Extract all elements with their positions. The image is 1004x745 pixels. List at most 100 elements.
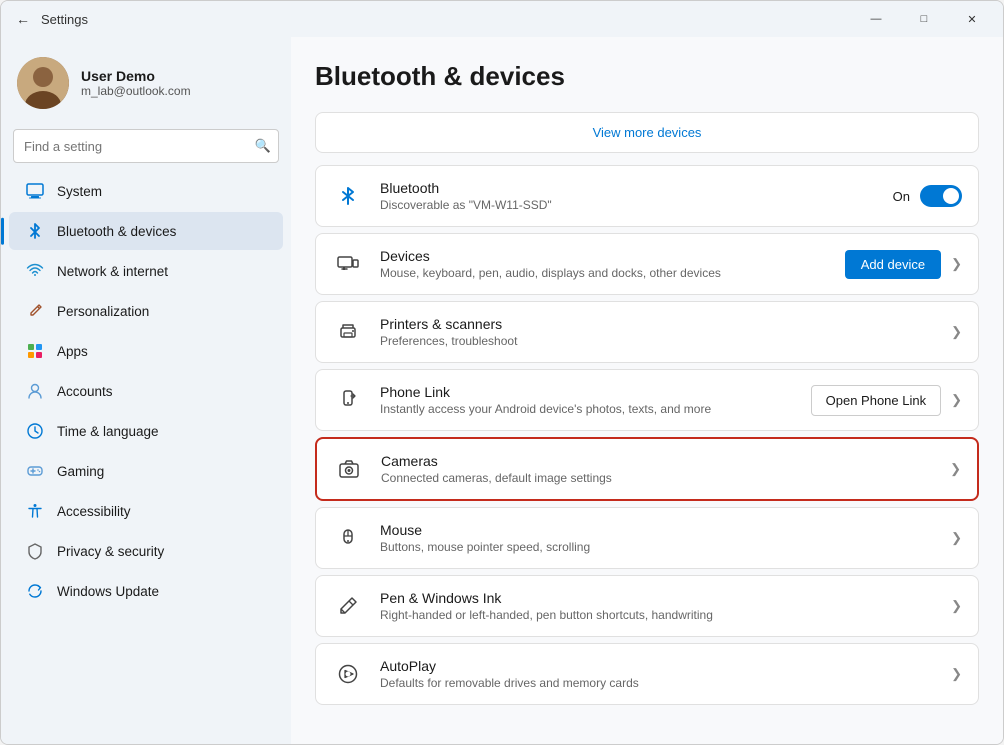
- bluetooth-item-text: Bluetooth Discoverable as "VM-W11-SSD": [380, 180, 877, 212]
- phonelink-item[interactable]: Phone Link Instantly access your Android…: [316, 370, 978, 430]
- phonelink-item-icon: [332, 384, 364, 416]
- mouse-item-text: Mouse Buttons, mouse pointer speed, scro…: [380, 522, 935, 554]
- search-input[interactable]: [13, 129, 279, 163]
- cameras-card: Cameras Connected cameras, default image…: [315, 437, 979, 501]
- back-button[interactable]: ←: [9, 5, 37, 33]
- bluetooth-item-right: On: [893, 185, 962, 207]
- sidebar: User Demo m_lab@outlook.com 🔍 System: [1, 37, 291, 744]
- titlebar: ← Settings — □ ✕: [1, 1, 1003, 37]
- pen-item-icon: [332, 590, 364, 622]
- autoplay-item-icon: [332, 658, 364, 690]
- bluetooth-item-title: Bluetooth: [380, 180, 877, 196]
- sidebar-item-label-privacy: Privacy & security: [57, 544, 164, 559]
- sidebar-item-gaming[interactable]: Gaming: [9, 452, 283, 490]
- sidebar-item-time[interactable]: Time & language: [9, 412, 283, 450]
- sidebar-item-label-time: Time & language: [57, 424, 159, 439]
- mouse-item-subtitle: Buttons, mouse pointer speed, scrolling: [380, 540, 935, 554]
- pen-item-right: ❯: [951, 598, 962, 614]
- add-device-button[interactable]: Add device: [845, 250, 941, 279]
- avatar-image: [17, 57, 69, 109]
- mouse-card: Mouse Buttons, mouse pointer speed, scro…: [315, 507, 979, 569]
- devices-item-right: Add device ❯: [845, 250, 962, 279]
- autoplay-item[interactable]: AutoPlay Defaults for removable drives a…: [316, 644, 978, 704]
- printers-item-icon: [332, 316, 364, 348]
- open-phone-link-button[interactable]: Open Phone Link: [811, 385, 941, 416]
- mouse-chevron: ❯: [951, 530, 962, 546]
- sidebar-item-label-system: System: [57, 184, 102, 199]
- user-info: User Demo m_lab@outlook.com: [81, 68, 191, 98]
- update-icon: [25, 581, 45, 601]
- printers-chevron: ❯: [951, 324, 962, 340]
- sidebar-item-apps[interactable]: Apps: [9, 332, 283, 370]
- devices-item-title: Devices: [380, 248, 829, 264]
- privacy-icon: [25, 541, 45, 561]
- network-icon: [25, 261, 45, 281]
- mouse-item-right: ❯: [951, 530, 962, 546]
- cameras-chevron: ❯: [950, 461, 961, 477]
- avatar: [17, 57, 69, 109]
- window-title: Settings: [41, 12, 853, 27]
- cameras-item-icon: [333, 453, 365, 485]
- devices-item[interactable]: Devices Mouse, keyboard, pen, audio, dis…: [316, 234, 978, 294]
- sidebar-item-label-bluetooth: Bluetooth & devices: [57, 224, 176, 239]
- accounts-icon: [25, 381, 45, 401]
- phonelink-item-title: Phone Link: [380, 384, 795, 400]
- sidebar-item-privacy[interactable]: Privacy & security: [9, 532, 283, 570]
- sidebar-item-label-accessibility: Accessibility: [57, 504, 131, 519]
- search-box: 🔍: [13, 129, 279, 163]
- mouse-item-icon: [332, 522, 364, 554]
- phonelink-card: Phone Link Instantly access your Android…: [315, 369, 979, 431]
- sidebar-item-accessibility[interactable]: Accessibility: [9, 492, 283, 530]
- printers-item-subtitle: Preferences, troubleshoot: [380, 334, 935, 348]
- user-name: User Demo: [81, 68, 191, 84]
- sidebar-item-personalization[interactable]: Personalization: [9, 292, 283, 330]
- cameras-item-text: Cameras Connected cameras, default image…: [381, 453, 934, 485]
- autoplay-item-right: ❯: [951, 666, 962, 682]
- bluetooth-item[interactable]: Bluetooth Discoverable as "VM-W11-SSD" O…: [316, 166, 978, 226]
- mouse-item-title: Mouse: [380, 522, 935, 538]
- cameras-item-subtitle: Connected cameras, default image setting…: [381, 471, 934, 485]
- autoplay-item-title: AutoPlay: [380, 658, 935, 674]
- pen-item[interactable]: Pen & Windows Ink Right-handed or left-h…: [316, 576, 978, 636]
- printers-item-right: ❯: [951, 324, 962, 340]
- autoplay-chevron: ❯: [951, 666, 962, 682]
- bluetooth-item-subtitle: Discoverable as "VM-W11-SSD": [380, 198, 877, 212]
- sidebar-item-network[interactable]: Network & internet: [9, 252, 283, 290]
- sidebar-item-system[interactable]: System: [9, 172, 283, 210]
- cameras-item-title: Cameras: [381, 453, 934, 469]
- phonelink-item-text: Phone Link Instantly access your Android…: [380, 384, 795, 416]
- phonelink-item-right: Open Phone Link ❯: [811, 385, 962, 416]
- pen-item-title: Pen & Windows Ink: [380, 590, 935, 606]
- accessibility-icon: [25, 501, 45, 521]
- devices-item-icon: [332, 248, 364, 280]
- printers-card: Printers & scanners Preferences, trouble…: [315, 301, 979, 363]
- pen-item-subtitle: Right-handed or left-handed, pen button …: [380, 608, 935, 622]
- gaming-icon: [25, 461, 45, 481]
- sidebar-item-label-accounts: Accounts: [57, 384, 113, 399]
- bluetooth-card: Bluetooth Discoverable as "VM-W11-SSD" O…: [315, 165, 979, 227]
- sidebar-item-label-update: Windows Update: [57, 584, 159, 599]
- maximize-button[interactable]: □: [901, 3, 947, 35]
- sidebar-item-accounts[interactable]: Accounts: [9, 372, 283, 410]
- bluetooth-toggle[interactable]: [920, 185, 962, 207]
- pen-item-text: Pen & Windows Ink Right-handed or left-h…: [380, 590, 935, 622]
- mouse-item[interactable]: Mouse Buttons, mouse pointer speed, scro…: [316, 508, 978, 568]
- cameras-item-right: ❯: [950, 461, 961, 477]
- printers-item-title: Printers & scanners: [380, 316, 935, 332]
- close-button[interactable]: ✕: [949, 3, 995, 35]
- view-more-devices-button[interactable]: View more devices: [315, 112, 979, 153]
- pen-chevron: ❯: [951, 598, 962, 614]
- sidebar-item-label-network: Network & internet: [57, 264, 168, 279]
- printers-item[interactable]: Printers & scanners Preferences, trouble…: [316, 302, 978, 362]
- sidebar-item-update[interactable]: Windows Update: [9, 572, 283, 610]
- apps-icon: [25, 341, 45, 361]
- sidebar-item-bluetooth[interactable]: Bluetooth & devices: [9, 212, 283, 250]
- page-title: Bluetooth & devices: [315, 61, 979, 92]
- window-controls: — □ ✕: [853, 3, 995, 35]
- user-email: m_lab@outlook.com: [81, 84, 191, 98]
- minimize-button[interactable]: —: [853, 3, 899, 35]
- settings-window: ← Settings — □ ✕: [0, 0, 1004, 745]
- cameras-item[interactable]: Cameras Connected cameras, default image…: [317, 439, 977, 499]
- devices-item-text: Devices Mouse, keyboard, pen, audio, dis…: [380, 248, 829, 280]
- system-icon: [25, 181, 45, 201]
